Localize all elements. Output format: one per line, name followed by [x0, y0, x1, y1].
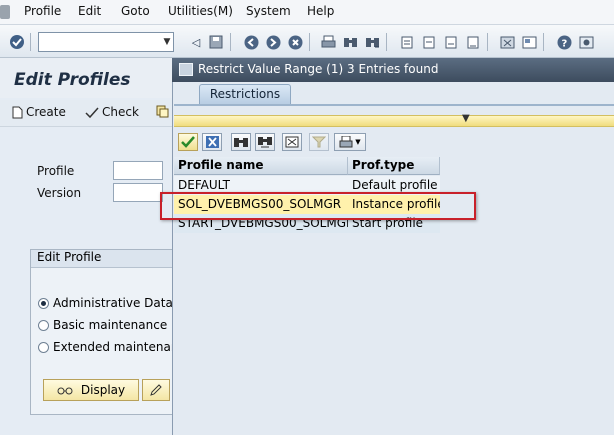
exit-icon[interactable]	[264, 33, 282, 51]
display-label: Display	[80, 383, 126, 397]
group-title: Edit Profile	[37, 250, 102, 264]
copy-button[interactable]	[156, 105, 169, 118]
collapse-arrow-icon[interactable]: ▼	[462, 113, 470, 124]
check-label: Check	[102, 105, 139, 119]
menu-edit[interactable]: Edit	[78, 4, 101, 18]
page-title: Edit Profiles	[14, 70, 131, 90]
find-next-icon[interactable]	[363, 33, 381, 51]
highlight-annotation	[160, 192, 476, 220]
radio-administrative-data[interactable]	[38, 298, 49, 309]
toolbar-separator	[30, 33, 31, 51]
command-field[interactable]	[38, 32, 174, 52]
profile-label: Profile	[37, 164, 75, 178]
new-session-icon[interactable]	[498, 33, 516, 51]
check-icon	[85, 107, 99, 118]
check-button[interactable]: Check	[85, 105, 139, 119]
tab-restrictions[interactable]: Restrictions	[199, 84, 291, 104]
tab-strip-line	[174, 104, 614, 106]
last-page-icon[interactable]	[464, 33, 482, 51]
prev-page-icon[interactable]	[420, 33, 438, 51]
chevron-down-icon[interactable]: ▼	[355, 138, 360, 146]
find-icon[interactable]	[231, 133, 251, 151]
edit-button[interactable]	[142, 379, 170, 401]
toolbar-separator	[386, 33, 387, 51]
toolbar-separator	[230, 33, 231, 51]
menu-utilities[interactable]: Utilities(M)	[168, 4, 233, 18]
save-icon[interactable]	[207, 33, 225, 51]
help-icon[interactable]: ?	[555, 33, 573, 51]
dialog-title: Restrict Value Range (1)	[198, 62, 344, 76]
menu-goto[interactable]: Goto	[121, 4, 150, 18]
glasses-icon	[57, 387, 73, 395]
toolbar-separator	[543, 33, 544, 51]
find-next-icon[interactable]	[255, 133, 275, 151]
display-button[interactable]: Display	[43, 379, 139, 401]
entries-found-count: 3 Entries found	[347, 62, 439, 76]
back-icon[interactable]	[242, 33, 260, 51]
ok-check-icon[interactable]	[178, 133, 198, 151]
create-label: Create	[26, 105, 66, 119]
cancel-icon[interactable]	[286, 33, 304, 51]
chevron-down-icon[interactable]: ▼	[160, 32, 174, 52]
back-triangle-icon[interactable]: ◁	[187, 33, 205, 51]
create-icon	[12, 106, 23, 118]
first-page-icon[interactable]	[398, 33, 416, 51]
copy-icon	[156, 105, 169, 118]
enter-icon[interactable]	[8, 33, 26, 51]
radio-label-extended-maintenance: Extended maintenanc	[53, 340, 186, 354]
radio-label-basic-maintenance: Basic maintenance	[53, 318, 168, 332]
column-header-prof-type[interactable]: Prof.type	[348, 157, 440, 175]
toolbar-separator	[309, 33, 310, 51]
find-icon[interactable]	[341, 33, 359, 51]
profile-input[interactable]	[113, 161, 163, 180]
svg-text:?: ?	[561, 38, 567, 49]
next-page-icon[interactable]	[442, 33, 460, 51]
radio-label-administrative-data: Administrative Data	[53, 296, 173, 310]
menu-system[interactable]: System	[246, 4, 291, 18]
version-input[interactable]	[113, 183, 163, 202]
menu-profile[interactable]: Profile	[24, 4, 61, 18]
dialog-window-icon	[179, 63, 193, 76]
print-icon[interactable]: ▼	[334, 133, 366, 151]
pencil-icon	[150, 384, 162, 396]
toolbar-separator	[487, 33, 488, 51]
print-icon[interactable]	[319, 33, 337, 51]
radio-basic-maintenance[interactable]	[38, 320, 49, 331]
restrictions-collapse-bar[interactable]	[174, 115, 614, 127]
shortcut-icon[interactable]	[520, 33, 538, 51]
create-button[interactable]: Create	[12, 105, 66, 119]
column-header-profile-name[interactable]: Profile name	[174, 157, 348, 175]
app-menu-icon[interactable]	[0, 5, 10, 19]
menu-help[interactable]: Help	[307, 4, 334, 18]
customize-icon[interactable]	[577, 33, 595, 51]
sort-icon[interactable]	[282, 133, 302, 151]
cancel-x-icon[interactable]	[202, 133, 222, 151]
version-label: Version	[37, 186, 82, 200]
filter-icon[interactable]	[309, 133, 329, 151]
radio-extended-maintenance[interactable]	[38, 342, 49, 353]
